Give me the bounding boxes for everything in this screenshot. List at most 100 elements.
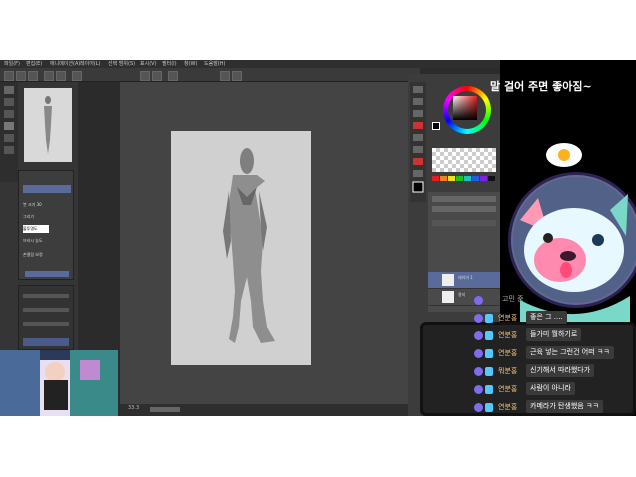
user-badge-icon <box>474 314 483 323</box>
menu-filter[interactable]: 필터(I) <box>162 60 177 68</box>
menu-animation[interactable]: 애니메이션(A) <box>50 60 80 68</box>
open-file-icon[interactable] <box>16 71 26 81</box>
blend-mode-select[interactable] <box>432 196 496 202</box>
zoom-readout: 33.3 <box>128 405 140 411</box>
right-tool-icons[interactable] <box>410 82 426 202</box>
brush-size-row[interactable]: 붓 크기 30 <box>23 201 42 209</box>
subscriber-badge-icon <box>485 367 493 376</box>
palette-swatch[interactable] <box>480 176 487 181</box>
stream-caption: 말 걸어 주면 좋아짐~ <box>490 80 592 93</box>
chat-message: 뭐분홍 신기해서 따라했다가 <box>474 364 634 379</box>
user-badge-icon <box>474 349 483 358</box>
menu-view[interactable]: 표시(V) <box>140 60 157 68</box>
subscriber-badge-icon <box>485 403 493 412</box>
palette-swatch[interactable] <box>448 176 455 181</box>
user-badge-icon <box>474 367 483 376</box>
user-badge-icon <box>474 331 483 340</box>
menu-bar: 파일(F) 편집(E) 애니메이션(A) 레이어(L) 선택 범위(S) 표시(… <box>0 60 500 68</box>
snap-icon[interactable] <box>140 71 150 81</box>
undo-icon[interactable] <box>44 71 54 81</box>
chat-message: 연분홍 카메라가 탄생했음 ㅋㅋ <box>474 400 634 415</box>
main-color-swatch[interactable] <box>432 122 440 130</box>
chat-message: 연분홍 좋은 그 .... <box>474 311 634 326</box>
chat-text: 좋은 그 .... <box>526 311 567 324</box>
subscriber-badge-icon <box>485 385 493 394</box>
color-history-grid[interactable] <box>432 148 496 172</box>
drawing-canvas[interactable] <box>171 131 311 365</box>
grid-icon[interactable] <box>168 71 178 81</box>
palette-swatch[interactable] <box>488 176 495 181</box>
command-bar <box>0 68 420 82</box>
chat-username: 연분홍 <box>498 349 518 357</box>
clear-icon[interactable] <box>72 71 82 81</box>
palette-swatch[interactable] <box>464 176 471 181</box>
layer-toolbar[interactable] <box>432 220 496 226</box>
subtool-footer <box>25 271 69 277</box>
chat-username: 연분홍 <box>498 314 518 322</box>
webcam-anime-art <box>0 350 118 416</box>
subscriber-badge-icon <box>485 314 493 323</box>
layer-name: 레이어 1 <box>458 275 473 280</box>
subscriber-badge-icon <box>485 349 493 358</box>
layer-name: 용지 <box>458 292 466 297</box>
anime-art-image <box>0 350 118 416</box>
brush-mode-row[interactable]: 그리기 <box>23 213 34 221</box>
chat-username: 뭐분홍 <box>498 367 518 375</box>
right-tool-column <box>410 82 426 202</box>
opacity-slider[interactable] <box>432 206 496 212</box>
layer-thumbnail <box>442 274 454 286</box>
palette-swatch[interactable] <box>472 176 479 181</box>
layer-mode-icon[interactable] <box>220 71 230 81</box>
chat-text: 카메라가 탄생했음 ㅋㅋ <box>526 400 603 413</box>
redo-icon[interactable] <box>56 71 66 81</box>
tool-palette <box>0 82 18 182</box>
property-slider[interactable] <box>23 322 69 326</box>
user-badge-icon <box>474 296 483 305</box>
property-slider[interactable] <box>23 308 69 312</box>
chat-text: 근육 넣는 그런건 어떠 ㅋㅋ <box>526 346 614 359</box>
chat-text: 사람이 아니라 <box>526 382 575 395</box>
property-slider[interactable] <box>23 294 69 298</box>
figure-sketch <box>223 148 275 343</box>
menu-help[interactable]: 도움말(H) <box>204 60 225 68</box>
chat-message: 연분홍 근육 넣는 그런건 어떠 ㅋㅋ <box>474 346 634 361</box>
chat-message: 고민 중 <box>474 294 634 308</box>
chat-username: 연분홍 <box>498 403 518 411</box>
saturation-value-square[interactable] <box>453 96 477 120</box>
density-row[interactable]: 브러시 농도 <box>23 237 43 245</box>
subscriber-badge-icon <box>485 331 493 340</box>
menu-window[interactable]: 창(W) <box>184 60 197 68</box>
tool-icons[interactable] <box>0 82 18 182</box>
subtool-selected[interactable] <box>23 185 71 193</box>
chat-message: 연분홍 들가미 뭘하기로 <box>474 328 634 343</box>
menu-file[interactable]: 파일(F) <box>4 60 20 68</box>
palette-swatch[interactable] <box>432 176 439 181</box>
menu-edit[interactable]: 편집(E) <box>26 60 42 68</box>
menu-layer[interactable]: 레이어(L) <box>80 60 101 68</box>
save-icon[interactable] <box>28 71 38 81</box>
palette-swatch[interactable] <box>440 176 447 181</box>
navigator-figure-thumbnail <box>44 96 52 154</box>
user-badge-icon <box>474 385 483 394</box>
palette-swatch[interactable] <box>456 176 463 181</box>
new-file-icon[interactable] <box>4 71 14 81</box>
transform-icon[interactable] <box>232 71 242 81</box>
menu-selection[interactable]: 선택 범위(S) <box>108 60 135 68</box>
layer-thumbnail <box>442 291 454 303</box>
chat-text: 신기해서 따라했다가 <box>526 364 595 377</box>
ruler-icon[interactable] <box>152 71 162 81</box>
navigator-preview[interactable] <box>24 88 72 162</box>
opacity-row[interactable]: 불투명도 <box>23 225 49 233</box>
subtool-panel: 붓 크기 30 그리기 불투명도 브러시 농도 손떨림 보정 <box>18 170 74 280</box>
chat-username: 연분홍 <box>498 385 518 393</box>
chat-username: 연분홍 <box>498 331 518 339</box>
layer-row[interactable]: 레이어 1 <box>428 272 500 289</box>
horizontal-scrollbar[interactable] <box>150 407 180 412</box>
chat-text: 고민 중 <box>502 295 524 303</box>
user-badge-icon <box>474 403 483 412</box>
stabilizer-row[interactable]: 손떨림 보정 <box>23 251 43 259</box>
property-color-row[interactable] <box>23 338 69 346</box>
chat-text: 들가미 뭘하기로 <box>526 328 582 341</box>
chat-message: 연분홍 사람이 아니라 <box>474 382 634 397</box>
tool-property-panel <box>18 285 74 350</box>
